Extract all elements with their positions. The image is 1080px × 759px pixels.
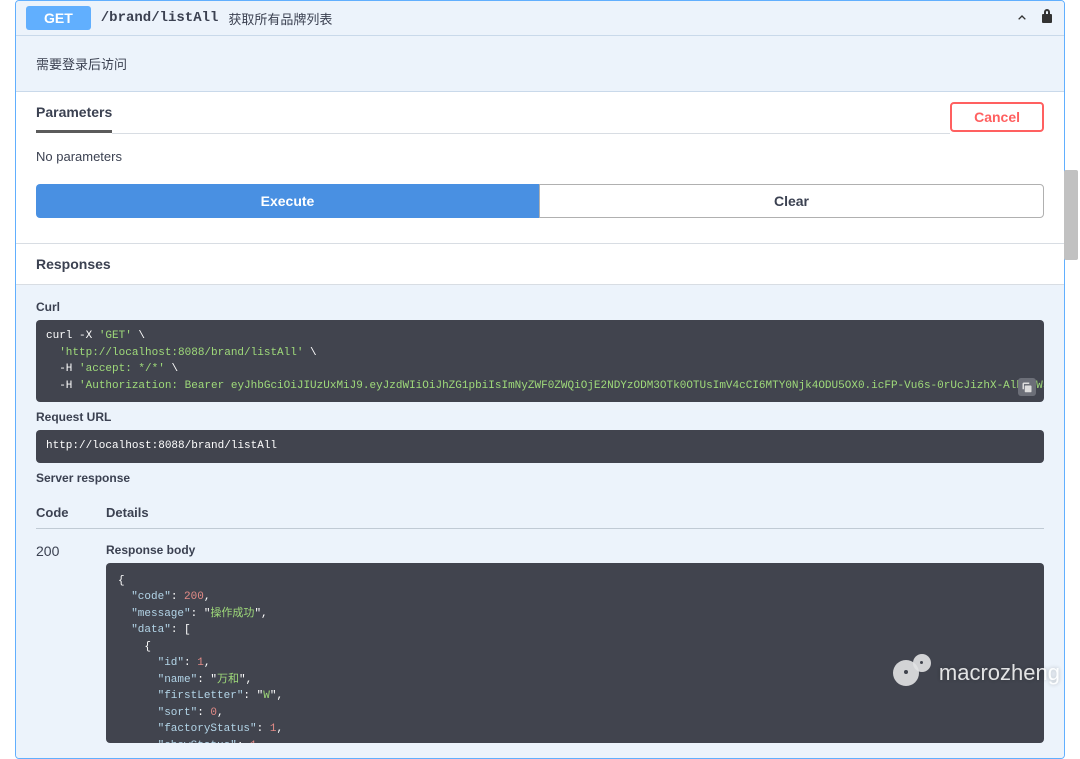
copy-icon[interactable]	[1018, 378, 1036, 396]
responses-title: Responses	[16, 243, 1064, 285]
code-column-header: Code	[36, 505, 106, 520]
cancel-button[interactable]: Cancel	[950, 102, 1044, 132]
clear-button[interactable]: Clear	[539, 184, 1044, 218]
endpoint-summary: 获取所有品牌列表	[228, 9, 332, 28]
server-response-label: Server response	[36, 471, 1044, 485]
parameters-header: Parameters Cancel	[16, 92, 1064, 134]
scrollbar[interactable]	[1064, 170, 1078, 260]
auth-note: 需要登录后访问	[16, 36, 1064, 92]
response-row: 200 Response body { "code": 200, "messag…	[36, 529, 1044, 743]
watermark-text: macrozheng	[939, 660, 1060, 686]
method-badge: GET	[26, 6, 91, 30]
parameters-body: No parameters	[16, 134, 1064, 184]
lock-icon[interactable]	[1040, 8, 1054, 29]
chevron-up-icon[interactable]	[1014, 10, 1030, 26]
response-body-block[interactable]: { "code": 200, "message": "操作成功", "data"…	[106, 563, 1044, 743]
response-body-label: Response body	[106, 543, 1044, 557]
curl-block[interactable]: curl -X 'GET' \ 'http://localhost:8088/b…	[36, 320, 1044, 402]
operation-header[interactable]: GET /brand/listAll 获取所有品牌列表	[16, 1, 1064, 36]
operation-panel: GET /brand/listAll 获取所有品牌列表 需要登录后访问 Para…	[15, 0, 1065, 759]
details-column-header: Details	[106, 505, 1044, 520]
curl-label: Curl	[36, 300, 1044, 314]
wechat-icon	[893, 654, 931, 692]
execute-button[interactable]: Execute	[36, 184, 539, 218]
response-table-header: Code Details	[36, 495, 1044, 529]
status-code: 200	[36, 543, 106, 743]
endpoint-path: /brand/listAll	[101, 10, 219, 26]
request-url-label: Request URL	[36, 410, 1044, 424]
parameters-title: Parameters	[36, 104, 112, 133]
request-url-block[interactable]: http://localhost:8088/brand/listAll	[36, 430, 1044, 463]
watermark: macrozheng	[893, 654, 1060, 692]
